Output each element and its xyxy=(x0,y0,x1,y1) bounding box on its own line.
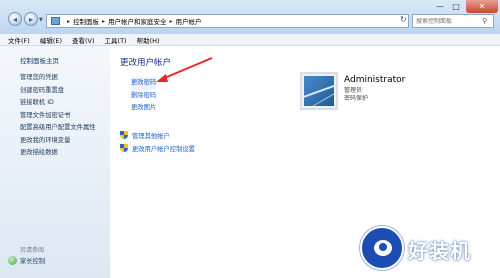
annotation-arrow-shaft xyxy=(161,57,213,80)
annotation-arrow-head xyxy=(156,74,168,82)
annotation-arrow-icon xyxy=(156,57,213,82)
